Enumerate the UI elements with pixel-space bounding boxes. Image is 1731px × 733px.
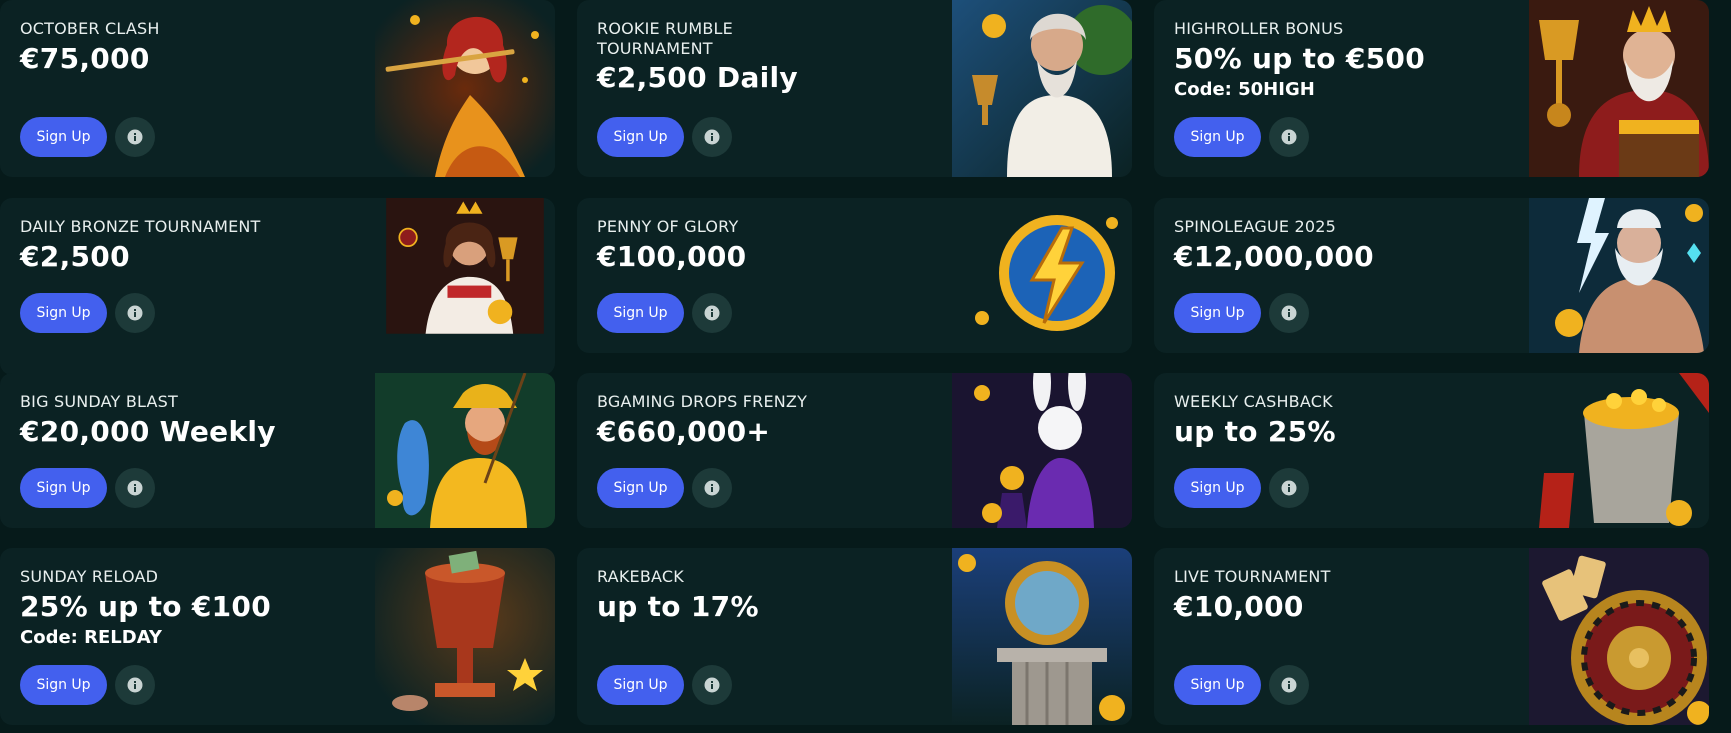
promo-card: RAKEBACK up to 17% Sign Up xyxy=(577,548,1132,725)
king-treasure-chest-art xyxy=(1529,0,1709,177)
promo-title: ROOKIE RUMBLE TOURNAMENT xyxy=(597,19,733,58)
promo-amount: €2,500 xyxy=(20,240,130,273)
info-icon[interactable] xyxy=(1269,117,1309,157)
signup-button[interactable]: Sign Up xyxy=(1174,293,1261,333)
promo-title: PENNY OF GLORY xyxy=(597,217,739,236)
signup-button[interactable]: Sign Up xyxy=(1174,117,1261,157)
promo-amount: €75,000 xyxy=(20,42,150,75)
signup-button[interactable]: Sign Up xyxy=(20,117,107,157)
signup-button[interactable]: Sign Up xyxy=(20,468,107,508)
promo-amount: €2,500 Daily xyxy=(597,61,798,94)
promo-code: Code: 50HIGH xyxy=(1174,79,1315,100)
promo-amount: 50% up to €500 xyxy=(1174,42,1425,75)
info-icon[interactable] xyxy=(115,293,155,333)
promo-title: WEEKLY CASHBACK xyxy=(1174,392,1333,411)
promo-card: SPINOLEAGUE 2025 €12,000,000 Sign Up xyxy=(1154,198,1709,353)
lightning-coin-art xyxy=(952,198,1132,353)
signup-button[interactable]: Sign Up xyxy=(20,293,107,333)
signup-button[interactable]: Sign Up xyxy=(1174,665,1261,705)
promo-amount: €660,000+ xyxy=(597,415,771,448)
goddess-chalice-art xyxy=(386,198,544,334)
roulette-wheel-art xyxy=(1529,548,1709,725)
info-icon[interactable] xyxy=(692,293,732,333)
promo-title: RAKEBACK xyxy=(597,567,684,586)
signup-button[interactable]: Sign Up xyxy=(597,665,684,705)
promo-card: DAILY BRONZE TOURNAMENT €2,500 Sign Up xyxy=(0,198,555,375)
info-icon[interactable] xyxy=(692,468,732,508)
promo-title: SPINOLEAGUE 2025 xyxy=(1174,217,1336,236)
info-icon[interactable] xyxy=(115,468,155,508)
info-icon[interactable] xyxy=(692,117,732,157)
promo-title: SUNDAY RELOAD xyxy=(20,567,159,586)
money-trophy-art xyxy=(375,548,555,725)
zeus-chalice-art xyxy=(952,0,1132,177)
promo-card: WEEKLY CASHBACK up to 25% Sign Up xyxy=(1154,373,1709,528)
promo-amount: up to 25% xyxy=(1174,415,1336,448)
promo-title: HIGHROLLER BONUS xyxy=(1174,19,1344,38)
promo-card: BGAMING DROPS FRENZY €660,000+ Sign Up xyxy=(577,373,1132,528)
info-icon[interactable] xyxy=(692,665,732,705)
info-icon[interactable] xyxy=(1269,665,1309,705)
promo-title: BIG SUNDAY BLAST xyxy=(20,392,178,411)
promo-title: DAILY BRONZE TOURNAMENT xyxy=(20,217,261,236)
signup-button[interactable]: Sign Up xyxy=(20,665,107,705)
zeus-lightning-art xyxy=(1529,198,1709,353)
promo-card: HIGHROLLER BONUS 50% up to €500 Code: 50… xyxy=(1154,0,1709,177)
promo-code: Code: RELDAY xyxy=(20,627,162,648)
promo-card: OCTOBER CLASH €75,000 Sign Up xyxy=(0,0,555,177)
promotions-grid: OCTOBER CLASH €75,000 Sign Up ROOKIE RUM… xyxy=(0,0,1731,733)
autumn-fairy-flute-art xyxy=(375,0,555,177)
info-icon[interactable] xyxy=(1269,293,1309,333)
promo-amount: €20,000 Weekly xyxy=(20,415,276,448)
promo-title: OCTOBER CLASH xyxy=(20,19,160,38)
magic-rabbit-art xyxy=(952,373,1132,528)
fisherman-art xyxy=(375,373,555,528)
info-icon[interactable] xyxy=(115,117,155,157)
promo-title: LIVE TOURNAMENT xyxy=(1174,567,1331,586)
promo-card: BIG SUNDAY BLAST €20,000 Weekly Sign Up xyxy=(0,373,555,528)
promo-amount: 25% up to €100 xyxy=(20,590,271,623)
cashback-pot-art xyxy=(1529,373,1709,528)
signup-button[interactable]: Sign Up xyxy=(597,468,684,508)
promo-card: LIVE TOURNAMENT €10,000 Sign Up xyxy=(1154,548,1709,725)
info-icon[interactable] xyxy=(1269,468,1309,508)
promo-amount: €10,000 xyxy=(1174,590,1304,623)
promo-card: PENNY OF GLORY €100,000 Sign Up xyxy=(577,198,1132,353)
signup-button[interactable]: Sign Up xyxy=(1174,468,1261,508)
promo-amount: €12,000,000 xyxy=(1174,240,1374,273)
rakeback-pillar-art xyxy=(952,548,1132,725)
info-icon[interactable] xyxy=(115,665,155,705)
signup-button[interactable]: Sign Up xyxy=(597,117,684,157)
promo-amount: €100,000 xyxy=(597,240,747,273)
promo-title: BGAMING DROPS FRENZY xyxy=(597,392,808,411)
promo-card: ROOKIE RUMBLE TOURNAMENT €2,500 Daily Si… xyxy=(577,0,1132,177)
promo-amount: up to 17% xyxy=(597,590,759,623)
signup-button[interactable]: Sign Up xyxy=(597,293,684,333)
promo-card: SUNDAY RELOAD 25% up to €100 Code: RELDA… xyxy=(0,548,555,725)
